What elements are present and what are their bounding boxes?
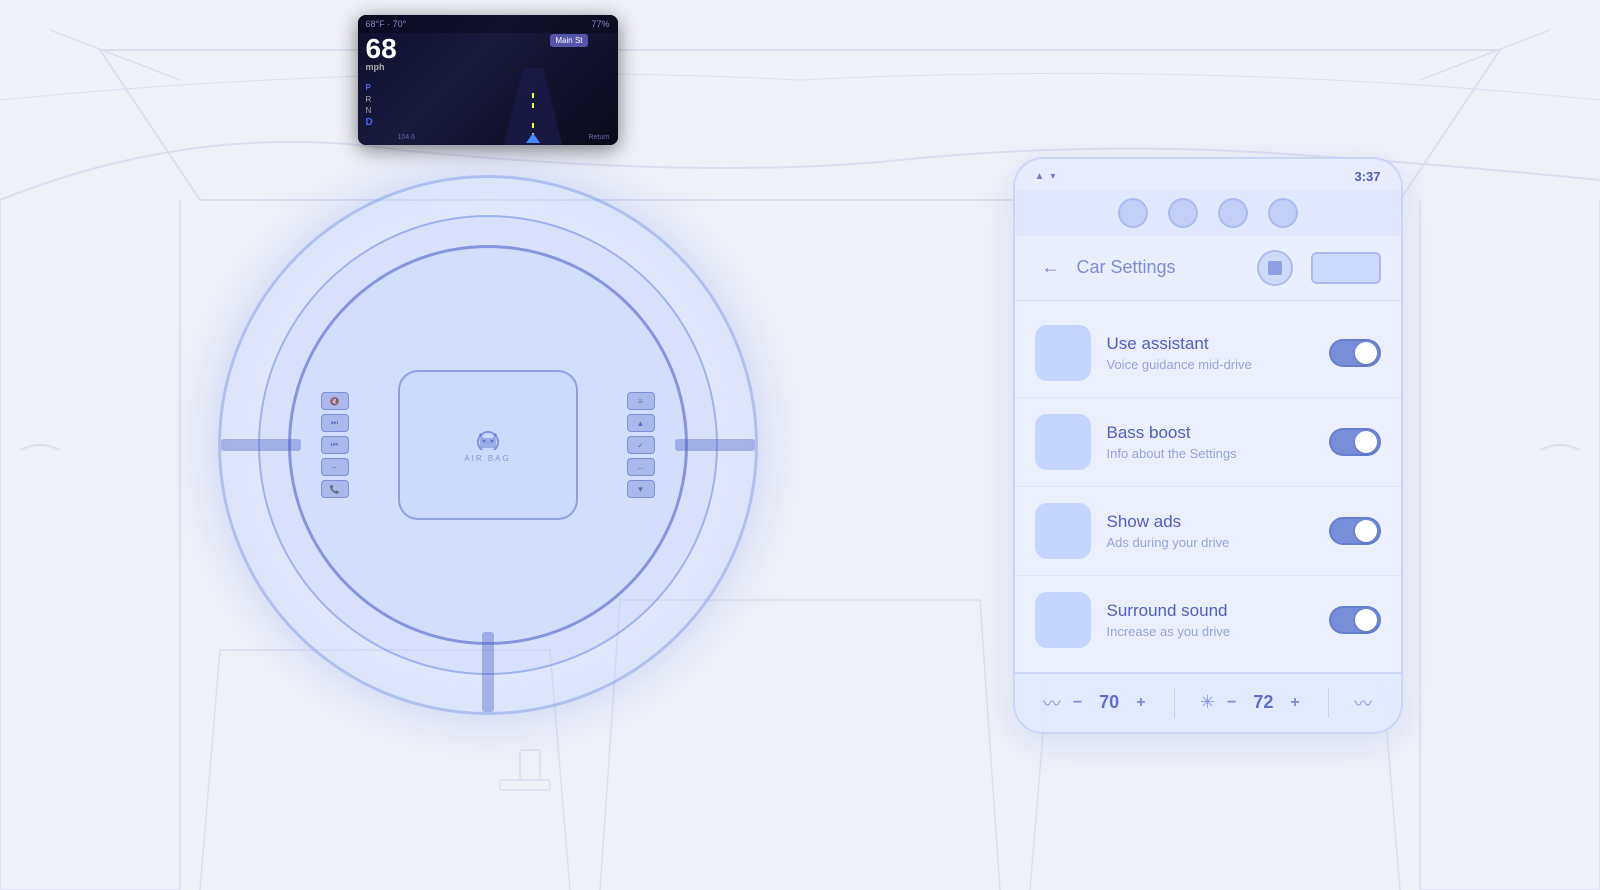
status-left: ▲ ▾: [1035, 171, 1056, 182]
left-heat-icon: 〰: [1043, 690, 1061, 716]
right-heat-icon: 〰: [1354, 690, 1372, 716]
show-ads-icon: [1035, 503, 1091, 559]
setting-item-show-ads[interactable]: Show ads Ads during your drive: [1015, 487, 1401, 576]
use-assistant-title: Use assistant: [1107, 334, 1313, 354]
nav-dots-row: [1015, 190, 1401, 236]
show-ads-toggle[interactable]: [1329, 517, 1381, 545]
bass-boost-toggle[interactable]: [1329, 428, 1381, 456]
climate-divider-1: [1174, 688, 1175, 718]
speed-unit: mph: [366, 63, 397, 72]
surround-sound-text: Surround sound Increase as you drive: [1107, 601, 1313, 639]
panel-title: Car Settings: [1077, 257, 1247, 278]
nav-map: Main St: [458, 30, 598, 130]
signal-icon: ▲: [1035, 171, 1045, 182]
bass-boost-icon: [1035, 414, 1091, 470]
steering-section: 68°F · 70° 77% 68 mph P R N D Main St: [198, 95, 778, 795]
right-controls: ≡ ▲ ✓ ← ▼: [627, 392, 655, 498]
setting-item-use-assistant[interactable]: Use assistant Voice guidance mid-drive: [1015, 309, 1401, 398]
nav-status: 68°F · 70°: [366, 19, 407, 29]
use-assistant-desc: Voice guidance mid-drive: [1107, 357, 1313, 372]
surround-sound-icon: [1035, 592, 1091, 648]
climate-divider-2: [1328, 688, 1329, 718]
skip-prev-btn[interactable]: ⏮: [321, 436, 349, 454]
nav-dot-3[interactable]: [1218, 198, 1248, 228]
show-ads-desc: Ads during your drive: [1107, 535, 1313, 550]
use-assistant-toggle-knob: [1355, 342, 1377, 364]
settings-panel: ▲ ▾ 3:37 ← Car Settings: [1013, 157, 1403, 734]
surround-sound-desc: Increase as you drive: [1107, 624, 1313, 639]
bass-boost-desc: Info about the Settings: [1107, 446, 1313, 461]
show-ads-title: Show ads: [1107, 512, 1313, 532]
spoke-right: [675, 439, 755, 451]
nav-distance: 104.6: [398, 134, 416, 141]
use-assistant-text: Use assistant Voice guidance mid-drive: [1107, 334, 1313, 372]
back-button[interactable]: ←: [1035, 252, 1067, 284]
phone-btn[interactable]: 📞: [321, 480, 349, 498]
nav-eta: Return: [588, 134, 609, 141]
steering-hub: AIR BAG: [398, 370, 578, 520]
speed-value: 68: [366, 33, 397, 64]
center-temp-minus[interactable]: −: [1223, 692, 1240, 714]
skip-next-btn[interactable]: ⏭: [321, 414, 349, 432]
nav-battery: 77%: [591, 19, 609, 29]
bass-boost-title: Bass boost: [1107, 423, 1313, 443]
spoke-bottom: [482, 632, 494, 712]
show-ads-text: Show ads Ads during your drive: [1107, 512, 1313, 550]
menu-btn[interactable]: ≡: [627, 392, 655, 410]
wifi-icon: ▾: [1050, 171, 1055, 182]
airbag-label: AIR BAG: [464, 454, 510, 463]
android-icon: [472, 428, 504, 450]
left-temp-value: 70: [1094, 692, 1124, 713]
fan-icon: ✳: [1200, 692, 1215, 713]
header-wide-button[interactable]: [1311, 252, 1381, 284]
surround-sound-toggle[interactable]: [1329, 606, 1381, 634]
back-btn-sw[interactable]: ←: [627, 458, 655, 476]
surround-sound-toggle-knob: [1355, 609, 1377, 631]
dashboard-display: 68°F · 70° 77% 68 mph P R N D Main St: [358, 15, 618, 145]
nav-dot-2[interactable]: [1168, 198, 1198, 228]
use-assistant-icon: [1035, 325, 1091, 381]
spoke-left: [221, 439, 301, 451]
gear-indicator: P R N D: [366, 82, 373, 130]
status-bar: ▲ ▾ 3:37: [1015, 159, 1401, 190]
steering-wheel: 🔇 ⏭ ⏮ − 📞 ≡ ▲ ✓ ← ▼: [288, 245, 688, 645]
left-climate: 〰 − 70 +: [1043, 690, 1150, 716]
right-climate: 〰: [1354, 690, 1372, 716]
nav-dot-4[interactable]: [1268, 198, 1298, 228]
check-btn[interactable]: ✓: [627, 436, 655, 454]
vol-down-btn[interactable]: −: [321, 458, 349, 476]
center-temp-value: 72: [1248, 692, 1278, 713]
nav-dot-1[interactable]: [1118, 198, 1148, 228]
up-btn[interactable]: ▲: [627, 414, 655, 432]
center-climate: ✳ − 72 +: [1200, 692, 1304, 714]
setting-item-surround-sound[interactable]: Surround sound Increase as you drive: [1015, 576, 1401, 664]
setting-item-bass-boost[interactable]: Bass boost Info about the Settings: [1015, 398, 1401, 487]
bass-boost-toggle-knob: [1355, 431, 1377, 453]
stop-icon: [1268, 261, 1282, 275]
center-temp-plus[interactable]: +: [1286, 692, 1303, 714]
use-assistant-toggle[interactable]: [1329, 339, 1381, 367]
settings-list: Use assistant Voice guidance mid-drive B…: [1015, 301, 1401, 672]
street-name: Main St: [550, 34, 587, 47]
stop-button[interactable]: [1257, 250, 1293, 286]
left-temp-minus[interactable]: −: [1069, 692, 1086, 714]
bass-boost-text: Bass boost Info about the Settings: [1107, 423, 1313, 461]
surround-sound-title: Surround sound: [1107, 601, 1313, 621]
mute-btn[interactable]: 🔇: [321, 392, 349, 410]
left-controls: 🔇 ⏭ ⏮ − 📞: [321, 392, 349, 498]
down-btn[interactable]: ▼: [627, 480, 655, 498]
left-temp-plus[interactable]: +: [1132, 692, 1149, 714]
panel-header: ← Car Settings: [1015, 236, 1401, 301]
status-time: 3:37: [1354, 169, 1380, 184]
climate-bar: 〰 − 70 + ✳ − 72 + 〰: [1015, 672, 1401, 732]
show-ads-toggle-knob: [1355, 520, 1377, 542]
